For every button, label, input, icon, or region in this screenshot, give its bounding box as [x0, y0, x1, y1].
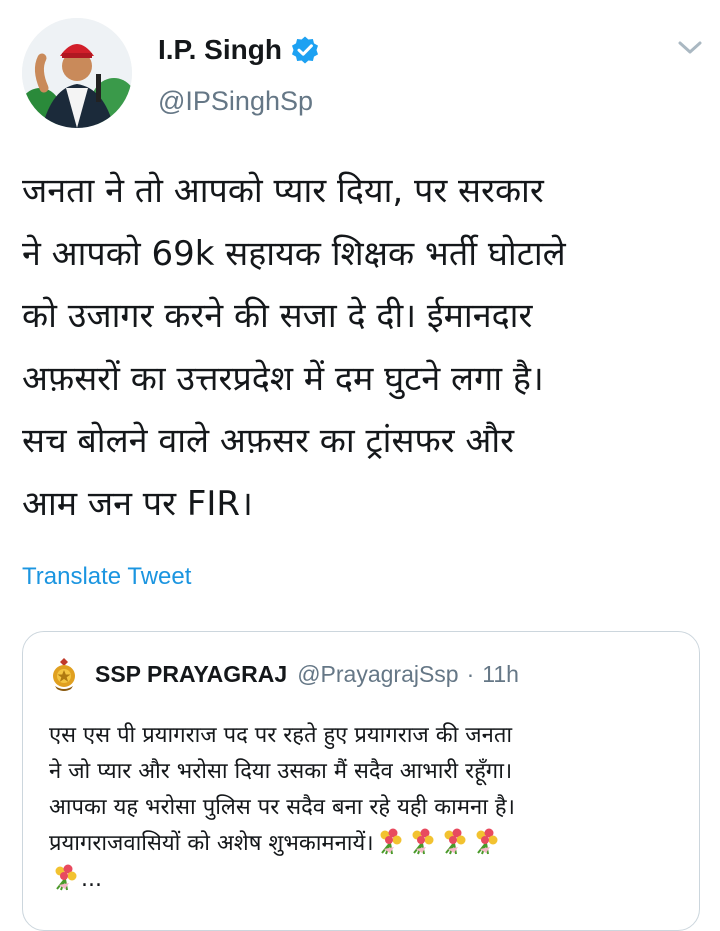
quoted-timestamp[interactable]: 11h [482, 661, 519, 688]
quoted-tweet-card[interactable]: SSP PRAYAGRAJ @PrayagrajSsp · 11h एस एस … [22, 631, 700, 931]
quoted-tweet-text: एस एस पी प्रयागराज पद पर रहते हुए प्रयाग… [49, 718, 689, 898]
author-name-row[interactable]: I.P. Singh [158, 34, 320, 66]
quoted-text-line: प्रयागराजवासियों को अशेष शुभकामनायें। [49, 831, 374, 856]
quoted-tweet-header: SSP PRAYAGRAJ @PrayagrajSsp · 11h [49, 656, 519, 692]
quoted-text-line: एस एस पी प्रयागराज पद पर रहते हुए प्रयाग… [49, 723, 513, 748]
tweet-text-line: अफ़सरों का उत्तरप्रदेश में दम घुटने लगा … [22, 358, 544, 399]
tweet-text-line: आम जन पर FIR। [22, 483, 253, 524]
translate-tweet-link[interactable]: Translate Tweet [22, 563, 191, 591]
author-handle[interactable]: @IPSinghSp [158, 86, 313, 117]
tweet-text-line: ने आपको 69k सहायक शिक्षक भर्ती घोटाले [22, 233, 566, 274]
bouquet-icon [412, 828, 434, 855]
bouquet-icon [380, 828, 402, 855]
tweet-text-line: जनता ने तो आपको प्यार दिया, पर सरकार [22, 171, 544, 211]
police-emblem-icon [53, 658, 75, 691]
verified-badge-icon [291, 36, 318, 64]
separator-dot: · [466, 660, 475, 687]
author-display-name[interactable]: I.P. Singh [158, 34, 282, 66]
tweet-text-line: सच बोलने वाले अफ़सर का ट्रांसफर और [22, 421, 515, 461]
quoted-text-line-with-emoji: प्रयागराजवासियों को अशेष शुभकामनायें। [49, 826, 689, 862]
tweet-text: जनता ने तो आपको प्यार दिया, पर सरकार ने … [22, 160, 702, 535]
bouquet-icon [55, 864, 77, 891]
bouquet-icon [444, 828, 466, 855]
profile-photo [22, 18, 132, 128]
tweet-text-line: को उजागर करने की सजा दे दी। ईमानदार [22, 296, 533, 336]
chevron-down-icon[interactable] [676, 38, 704, 58]
quoted-author-handle[interactable]: @PrayagrajSsp [297, 661, 458, 688]
quoted-author-name[interactable]: SSP PRAYAGRAJ [95, 661, 287, 688]
bouquet-icon [476, 828, 498, 855]
quoted-text-line: ने जो प्यार और भरोसा दिया उसका मैं सदैव … [49, 759, 513, 784]
quoted-text-line-ellipsis: ... [49, 862, 689, 898]
avatar[interactable] [22, 18, 132, 128]
ellipsis: ... [81, 867, 102, 892]
quoted-text-line: आपका यह भरोसा पुलिस पर सदैव बना रहे यही … [49, 795, 515, 820]
